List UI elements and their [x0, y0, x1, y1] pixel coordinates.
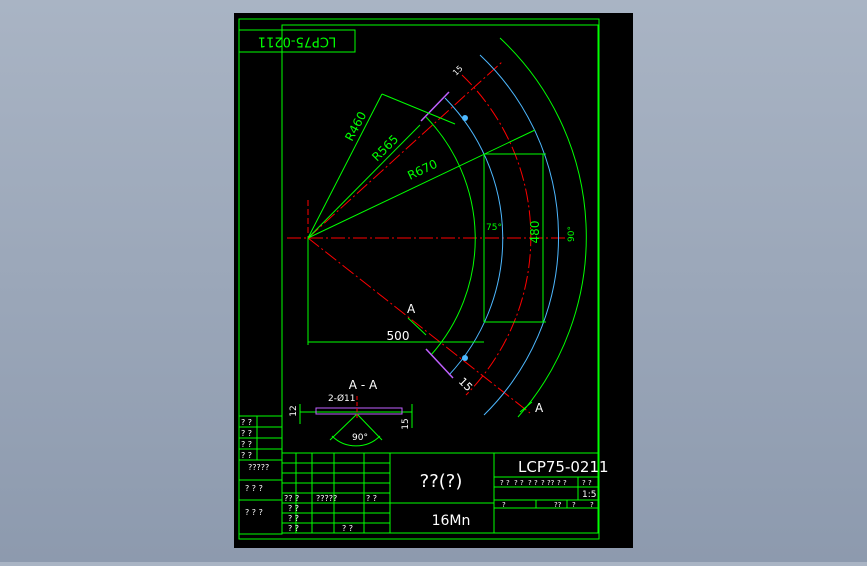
section-mark-a1: A	[407, 302, 416, 316]
angle-75-label: 75°	[486, 223, 502, 233]
bottom-cell-1: ??	[554, 501, 562, 509]
grid-cell-6: ? ?	[342, 524, 353, 533]
rev-cell-3: ? ?	[241, 451, 252, 460]
rev-cell-5: ? ? ?	[245, 484, 263, 493]
grid-cell-4: ? ?	[288, 514, 299, 523]
drawing-title: ??(?)	[420, 471, 463, 492]
bottom-cell-2: ?	[572, 501, 576, 509]
grid-cell-2: ? ?	[366, 494, 377, 503]
info-cell-0: ? ?	[500, 479, 510, 487]
section-dim-right: 15	[401, 418, 411, 429]
section-mark-a2: A	[535, 401, 544, 415]
info-cell-2: ? ?	[528, 479, 538, 487]
info-cell-3: ? ??	[541, 479, 555, 487]
hole-top	[462, 115, 468, 121]
rev-cell-1: ? ?	[241, 429, 252, 438]
rev-cell-2: ? ?	[241, 440, 252, 449]
bottom-cell-3: ?	[590, 501, 594, 509]
drawing-canvas: LCP75-0211 R460 R565 R670 480 500 75° 90…	[234, 13, 633, 548]
info-cell-4: ? ?	[557, 479, 567, 487]
grid-cell-3: ? ?	[288, 504, 299, 513]
grid-cell-1: ?????	[316, 494, 337, 503]
bottom-cell-0: ?	[502, 501, 506, 509]
part-number: LCP75-0211	[518, 458, 609, 476]
height-dim-label: 480	[528, 221, 542, 244]
rev-cell-4: ?????	[248, 463, 269, 472]
hole-bottom	[462, 355, 468, 361]
grid-cell-0: ?? ?	[284, 494, 299, 503]
section-angle-label: 90°	[352, 433, 368, 443]
info-cell-1: ? ?	[514, 479, 524, 487]
section-view-label: A - A	[349, 378, 378, 392]
grid-cell-5: ? ?	[288, 524, 299, 533]
angle-90-label: 90°	[567, 226, 577, 242]
scale-value: 1:5	[582, 490, 596, 500]
rev-cell-0: ? ?	[241, 418, 252, 427]
info-cell-5: ? ?	[582, 479, 592, 487]
rev-cell-6: ? ? ?	[245, 508, 263, 517]
rotated-part-number: LCP75-0211	[258, 34, 336, 49]
screen: LCP75-0211 R460 R565 R670 480 500 75° 90…	[0, 0, 867, 562]
section-hole-note: 2-Ø11	[328, 393, 356, 404]
material-label: 16Mn	[432, 513, 471, 529]
width-dim-label: 500	[387, 329, 410, 343]
section-dim-left: 12	[289, 405, 299, 416]
